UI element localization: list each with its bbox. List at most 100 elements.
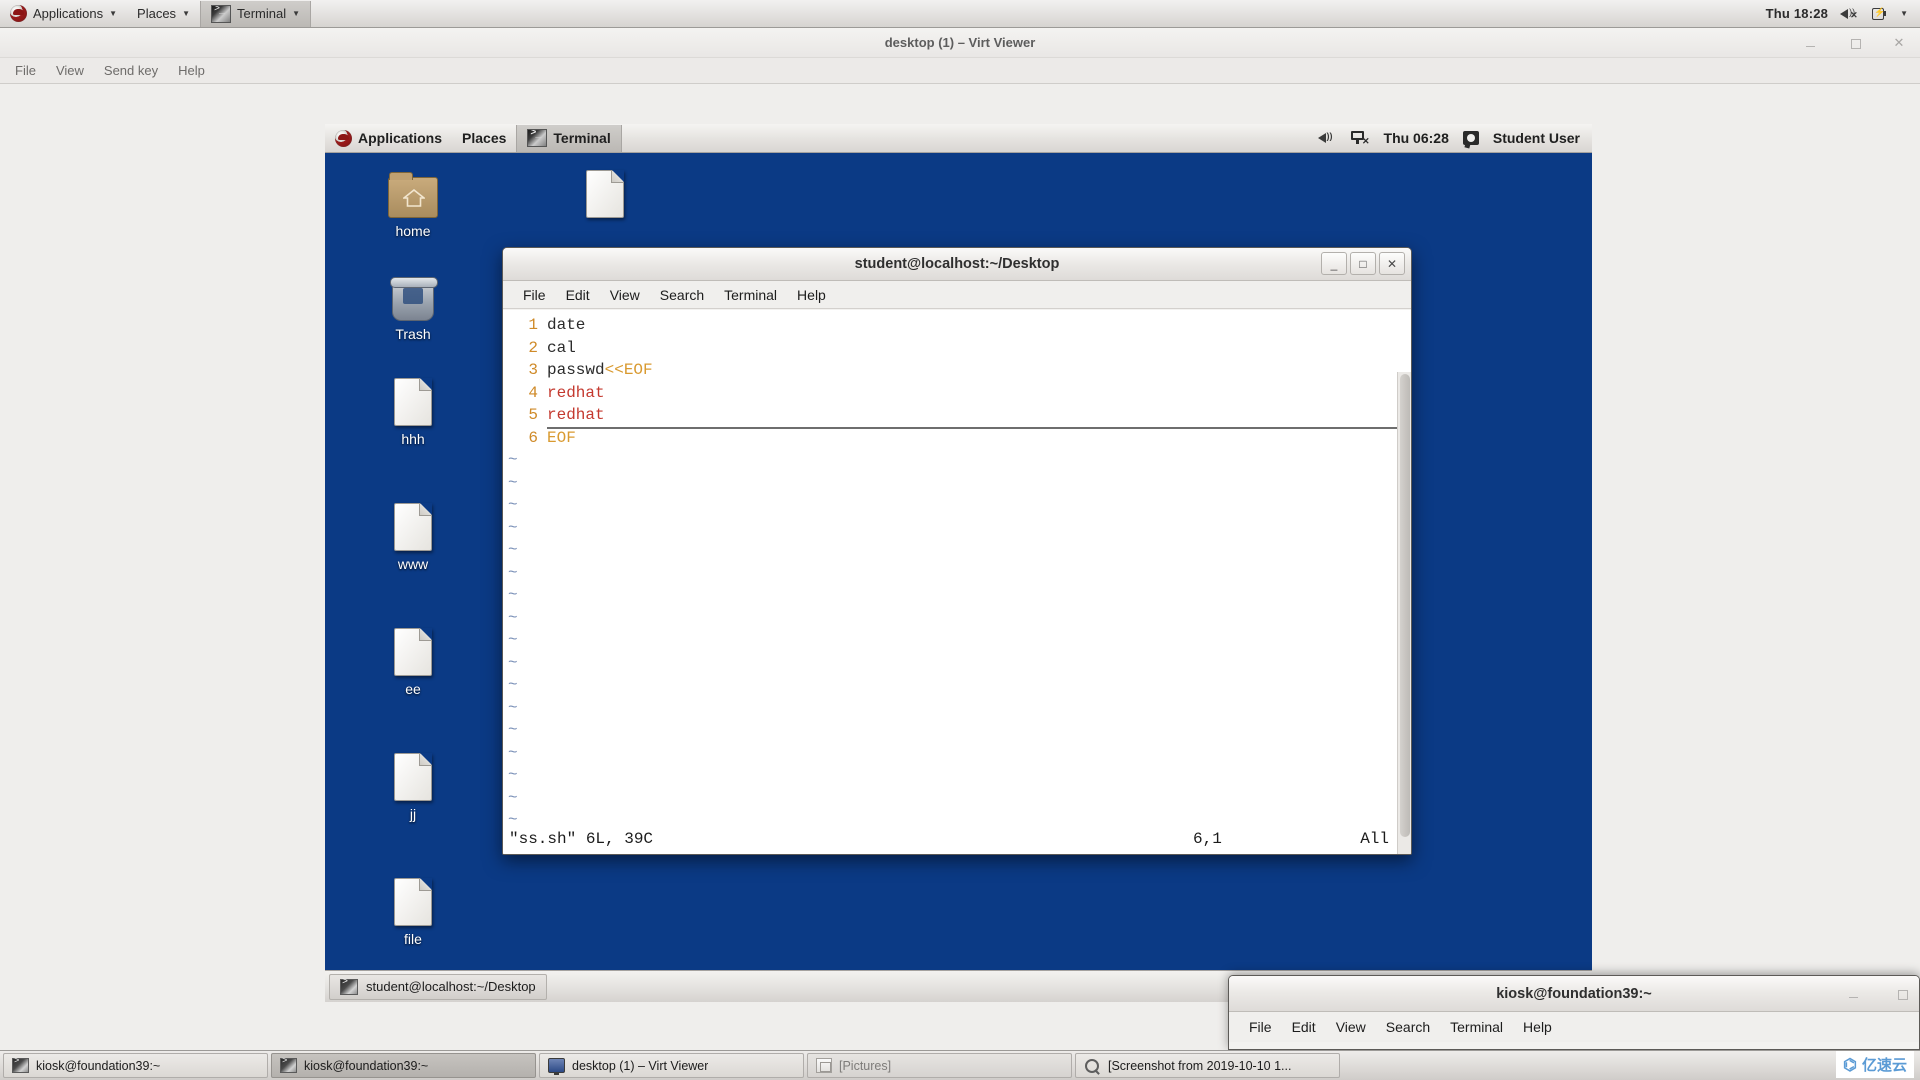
vim-token: EOF	[547, 428, 576, 447]
kiosk-menu-terminal[interactable]: Terminal	[1442, 1016, 1511, 1038]
guest-places-label: Places	[462, 130, 507, 146]
vim-token: redhat	[547, 383, 605, 402]
kiosk-menu-search[interactable]: Search	[1378, 1016, 1438, 1038]
host-taskbar-item-kiosk-1[interactable]: kiosk@foundation39:~	[3, 1053, 268, 1078]
maximize-button[interactable]	[1848, 36, 1862, 50]
host-clock[interactable]: Thu 18:28	[1766, 6, 1828, 21]
vim-empty-line-marker: ~	[508, 766, 518, 784]
guest-applications-label: Applications	[358, 130, 443, 146]
volume-muted-icon[interactable]: )) ✕	[1840, 6, 1858, 22]
kiosk-menu-view[interactable]: View	[1328, 1016, 1374, 1038]
vim-line: 5 redhat	[508, 404, 1411, 427]
desktop-icon-file[interactable]: file	[370, 874, 456, 947]
host-taskbar-item-pictures[interactable]: [Pictures]	[807, 1053, 1072, 1078]
host-taskbar: kiosk@foundation39:~ kiosk@foundation39:…	[0, 1050, 1920, 1080]
terminal-menu-search[interactable]: Search	[652, 284, 712, 306]
vim-cursor-line	[547, 427, 1411, 429]
host-desktop: Applications ▼ Places ▼ Terminal ▼ Thu 1…	[0, 0, 1920, 1080]
virt-viewer-window-controls: ✕	[1804, 28, 1906, 58]
vim-empty-line-marker: ~	[508, 541, 518, 559]
terminal-menu-file[interactable]: File	[515, 284, 554, 306]
virt-menu-sendkey[interactable]: Send key	[95, 60, 167, 81]
virt-viewer-titlebar[interactable]: desktop (1) – Virt Viewer ✕	[0, 28, 1920, 58]
minimize-button[interactable]	[1804, 36, 1818, 50]
document-icon	[370, 749, 456, 801]
close-button[interactable]: ✕	[1892, 36, 1906, 50]
kiosk-menu-help[interactable]: Help	[1515, 1016, 1560, 1038]
guest-applications-menu[interactable]: Applications	[325, 125, 452, 152]
kiosk-terminal-titlebar[interactable]: kiosk@foundation39:~	[1229, 976, 1919, 1012]
vim-empty-line-marker: ~	[508, 676, 518, 694]
terminal-menu-terminal[interactable]: Terminal	[716, 284, 785, 306]
desktop-icon-www[interactable]: www	[370, 499, 456, 572]
guest-places-menu[interactable]: Places	[452, 125, 516, 152]
vim-line-number: 2	[528, 338, 538, 357]
document-icon	[370, 624, 456, 676]
vim-status-file: "ss.sh" 6L, 39C	[509, 830, 654, 848]
folder-icon	[370, 166, 456, 218]
redhat-logo-icon	[10, 5, 27, 22]
host-taskbar-item-screenshot[interactable]: [Screenshot from 2019-10-10 1...	[1075, 1053, 1340, 1078]
desktop-icon-label: jj	[409, 806, 417, 822]
vim-scrollbar[interactable]	[1397, 372, 1411, 854]
vim-editor-body[interactable]: 1 date 2 cal 3 passwd<<EOF 4 redhat 5 redhat 6 EOF …	[503, 310, 1411, 854]
desktop-icon-untitled[interactable]	[562, 166, 648, 223]
document-icon	[370, 874, 456, 926]
vim-empty-line-marker: ~	[508, 653, 518, 672]
host-system-tray: Thu 18:28 ))✕ ▼	[1766, 6, 1920, 22]
network-disconnected-icon[interactable]: ✕	[1350, 130, 1370, 146]
vim-text-area[interactable]: 1 date 2 cal 3 passwd<<EOF 4 redhat 5 redhat 6 EOF …	[503, 310, 1411, 854]
host-terminal-menu[interactable]: Terminal ▼	[199, 0, 312, 27]
virt-menu-file[interactable]: File	[6, 60, 45, 81]
host-taskbar-item-virt-viewer[interactable]: desktop (1) – Virt Viewer	[539, 1053, 804, 1078]
host-top-panel: Applications ▼ Places ▼ Terminal ▼ Thu 1…	[0, 0, 1920, 28]
terminal-vim-window[interactable]: student@localhost:~/Desktop _ □ ✕ File E…	[502, 247, 1412, 855]
chevron-down-icon[interactable]: ▼	[1900, 9, 1908, 18]
host-applications-menu[interactable]: Applications ▼	[0, 1, 127, 27]
virt-menu-help[interactable]: Help	[169, 60, 214, 81]
virt-menu-view[interactable]: View	[47, 60, 93, 81]
vim-empty-line-marker: ~	[508, 586, 518, 604]
host-places-menu[interactable]: Places ▼	[127, 1, 200, 27]
close-button[interactable]: ✕	[1379, 252, 1405, 275]
guest-top-panel: Applications Places Terminal )) ✕ Th	[325, 124, 1592, 153]
maximize-button[interactable]	[1895, 987, 1909, 1001]
volume-icon[interactable]: ))	[1317, 130, 1336, 146]
guest-desktop-screen[interactable]: Applications Places Terminal )) ✕ Th	[325, 124, 1592, 1002]
guest-taskbar-item-terminal[interactable]: student@localhost:~/Desktop	[329, 973, 547, 1000]
vim-empty-line-marker: ~	[508, 451, 518, 469]
host-taskbar-item-label: [Pictures]	[839, 1058, 892, 1073]
vim-status-line: "ss.sh" 6L, 39C 6,1 All	[503, 824, 1397, 854]
host-taskbar-item-kiosk-2[interactable]: kiosk@foundation39:~	[271, 1053, 536, 1078]
terminal-titlebar[interactable]: student@localhost:~/Desktop _ □ ✕	[503, 248, 1411, 281]
desktop-icon-label: Trash	[395, 326, 431, 342]
terminal-menu-view[interactable]: View	[602, 284, 648, 306]
vim-scrollbar-thumb[interactable]	[1400, 374, 1410, 837]
kiosk-terminal-window[interactable]: kiosk@foundation39:~ File Edit View Sear…	[1228, 975, 1920, 1050]
trash-icon	[370, 269, 456, 321]
desktop-icon-trash[interactable]: Trash	[370, 269, 456, 342]
desktop-icon-home[interactable]: home	[370, 166, 456, 239]
guest-clock[interactable]: Thu 06:28	[1384, 130, 1449, 146]
terminal-window-title: student@localhost:~/Desktop	[854, 256, 1060, 272]
terminal-menu-help[interactable]: Help	[789, 284, 834, 306]
chevron-down-icon: ▼	[109, 8, 118, 18]
battery-charging-icon[interactable]	[1870, 6, 1888, 22]
guest-user-label[interactable]: Student User	[1493, 130, 1580, 146]
minimize-button[interactable]	[1847, 987, 1861, 1001]
watermark-text: 亿速云	[1861, 1057, 1907, 1074]
desktop-icon-hhh[interactable]: hhh	[370, 374, 456, 447]
kiosk-menu-edit[interactable]: Edit	[1284, 1016, 1324, 1038]
maximize-button[interactable]: □	[1350, 252, 1376, 275]
minimize-button[interactable]: _	[1321, 252, 1347, 275]
vim-line: 4 redhat	[508, 382, 1411, 405]
vim-line: 2 cal	[508, 337, 1411, 360]
vim-empty-line-marker: ~	[508, 631, 518, 649]
kiosk-menu-file[interactable]: File	[1241, 1016, 1280, 1038]
desktop-icon-jj[interactable]: jj	[370, 749, 456, 822]
vim-line-number: 6	[528, 428, 538, 447]
guest-terminal-menu[interactable]: Terminal	[516, 124, 622, 152]
kiosk-terminal-menubar: File Edit View Search Terminal Help	[1229, 1012, 1919, 1042]
desktop-icon-ee[interactable]: ee	[370, 624, 456, 697]
terminal-menu-edit[interactable]: Edit	[558, 284, 598, 306]
